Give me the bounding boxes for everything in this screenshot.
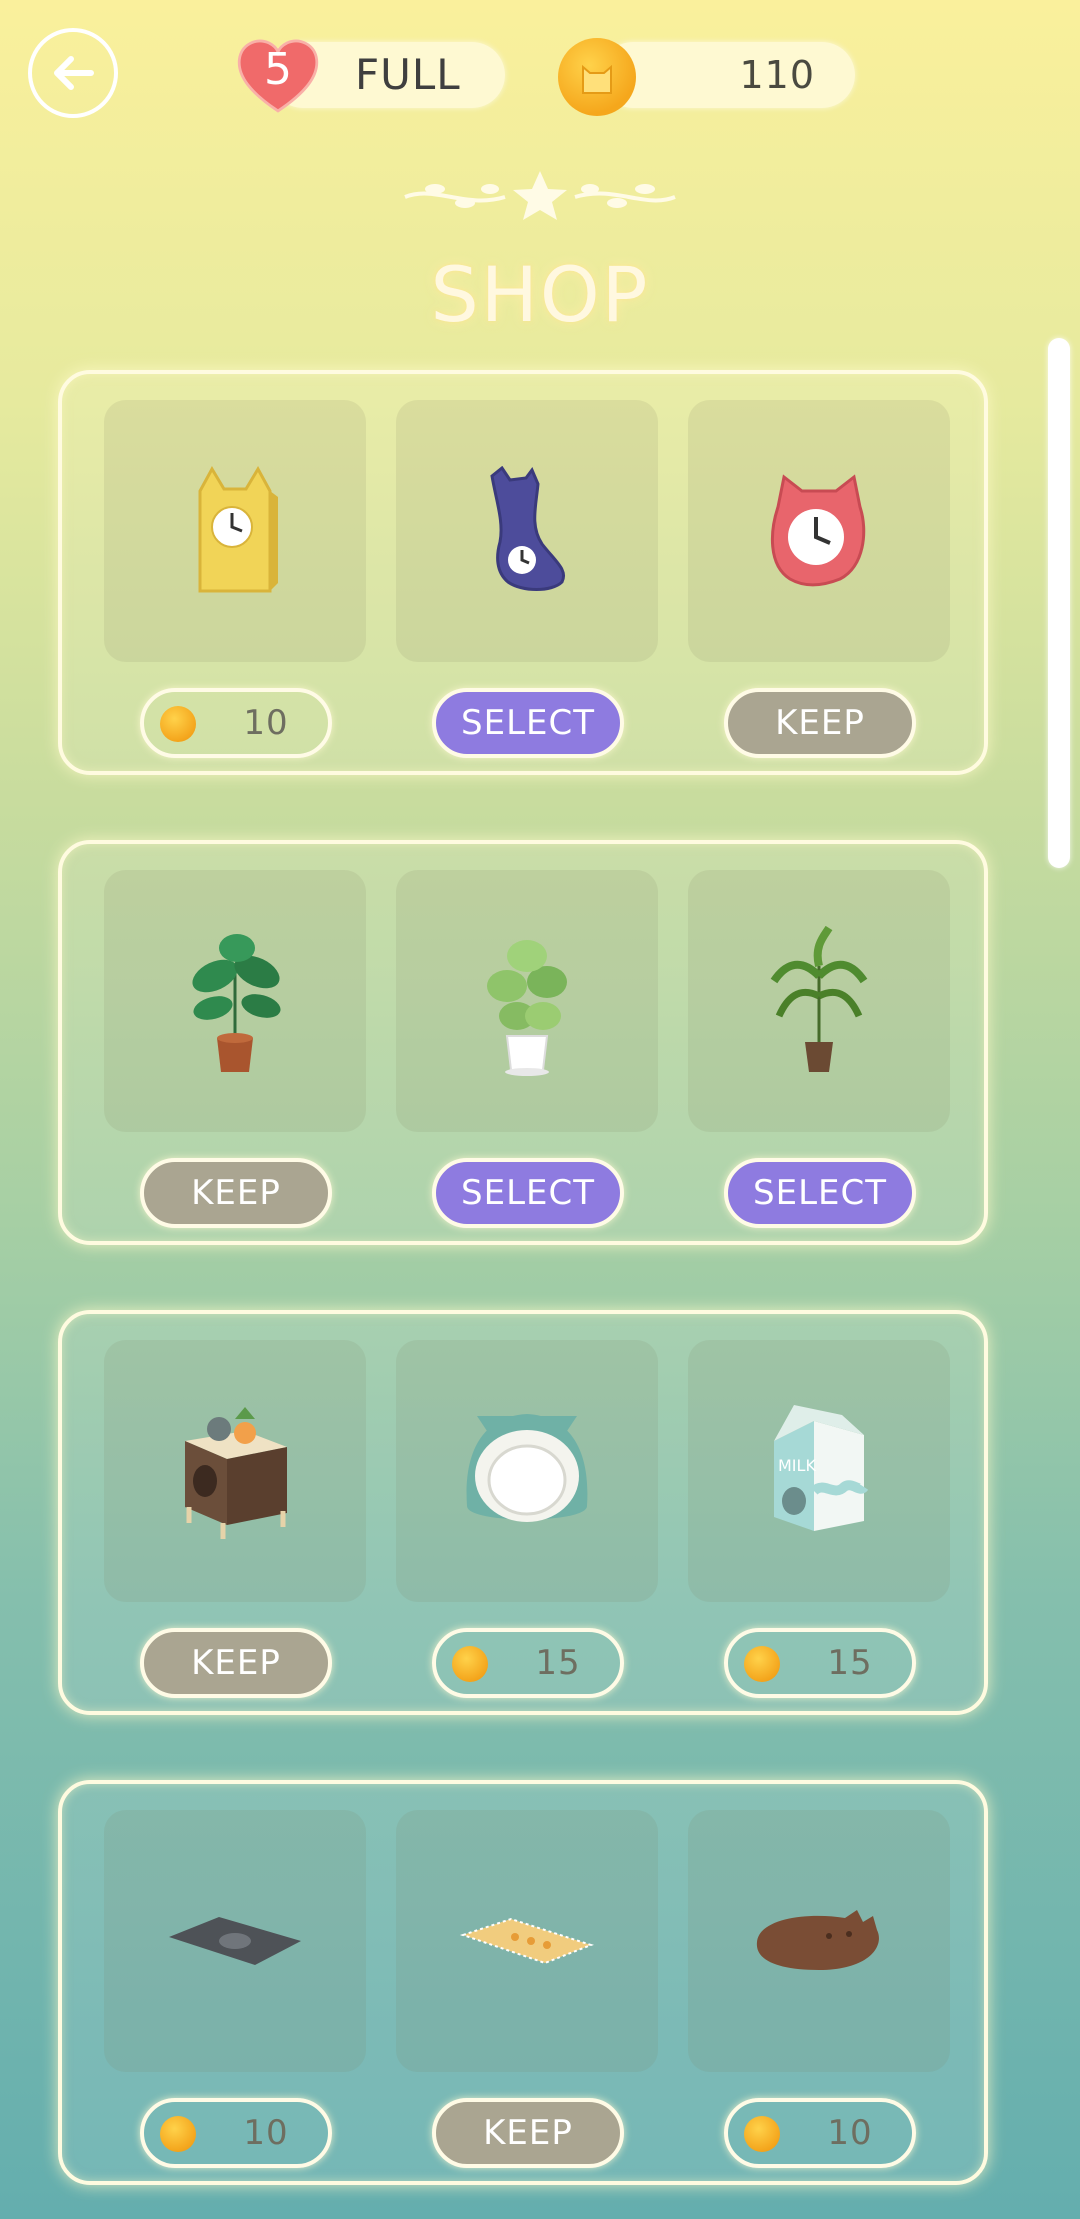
- select-button-palm[interactable]: SELECT: [724, 1158, 916, 1228]
- arrow-left-icon: [54, 56, 94, 90]
- page-title: SHOP: [430, 250, 650, 339]
- select-button-purple-clock[interactable]: SELECT: [432, 688, 624, 758]
- select-button-pothos[interactable]: SELECT: [432, 1158, 624, 1228]
- item-tile-brown-rug[interactable]: [688, 1810, 950, 2072]
- red-clock-icon: [770, 474, 866, 587]
- coins-count: 110: [739, 53, 815, 97]
- shop-row-clocks: 10 SELECT KEEP: [58, 370, 988, 775]
- price-button-cat-igloo[interactable]: 15: [432, 1628, 624, 1698]
- item-tile-red-clock[interactable]: [688, 400, 950, 662]
- gray-cat-mat-icon: [169, 1917, 301, 1965]
- price-button-gray-mat[interactable]: 10: [140, 2098, 332, 2168]
- price-button-milk-house[interactable]: 15: [724, 1628, 916, 1698]
- item-tile-yellow-clock[interactable]: [104, 400, 366, 662]
- lives-count: 5: [264, 44, 292, 95]
- coin-icon: [744, 1646, 780, 1682]
- item-tile-cat-igloo[interactable]: [396, 1340, 658, 1602]
- item-tile-wooden-house[interactable]: [104, 1340, 366, 1602]
- keep-button-red-clock[interactable]: KEEP: [724, 688, 916, 758]
- coin-icon: [160, 706, 196, 742]
- item-tile-gray-mat[interactable]: [104, 1810, 366, 2072]
- cat-face-icon: [582, 64, 612, 94]
- keep-button-yellow-rug[interactable]: KEEP: [432, 2098, 624, 2168]
- cat-igloo-bed-icon: [466, 1414, 588, 1522]
- yellow-clock-icon: [198, 465, 278, 593]
- shop-row-plants: KEEP SELECT SELECT: [58, 840, 988, 1245]
- coins-pill: 110: [600, 42, 855, 108]
- price-button-yellow-clock[interactable]: 10: [140, 688, 332, 758]
- brown-cat-rug-icon: [756, 1910, 879, 1970]
- coin-icon: [744, 2116, 780, 2152]
- price-button-brown-rug[interactable]: 10: [724, 2098, 916, 2168]
- star-ornament-icon: [404, 171, 676, 220]
- coin-icon: [160, 2116, 196, 2152]
- yellow-fringe-rug-icon: [459, 1917, 594, 1965]
- milk-label: MILK: [778, 1456, 816, 1475]
- back-button[interactable]: [28, 28, 118, 118]
- keep-button-wooden-house[interactable]: KEEP: [140, 1628, 332, 1698]
- item-tile-milk-house[interactable]: MILK: [688, 1340, 950, 1602]
- wooden-cat-house-icon: [185, 1407, 287, 1539]
- coin-icon: [558, 38, 636, 116]
- scrollbar[interactable]: [1048, 338, 1070, 868]
- item-tile-monstera[interactable]: [104, 870, 366, 1132]
- milk-carton-house-icon: MILK: [774, 1405, 869, 1531]
- lives-status: FULL: [355, 50, 461, 99]
- item-tile-purple-clock[interactable]: [396, 400, 658, 662]
- shop-row-cat-houses: MILK KEEP 15 15: [58, 1310, 988, 1715]
- item-tile-palm[interactable]: [688, 870, 950, 1132]
- pothos-plant-icon: [487, 940, 567, 1076]
- shop-row-rugs: 10 KEEP 10: [58, 1780, 988, 2185]
- coin-icon: [452, 1646, 488, 1682]
- keep-button-monstera[interactable]: KEEP: [140, 1158, 332, 1228]
- purple-clock-icon: [490, 466, 565, 591]
- item-tile-pothos[interactable]: [396, 870, 658, 1132]
- item-tile-yellow-rug[interactable]: [396, 1810, 658, 2072]
- monstera-plant-icon: [192, 934, 281, 1072]
- palm-plant-icon: [770, 926, 868, 1072]
